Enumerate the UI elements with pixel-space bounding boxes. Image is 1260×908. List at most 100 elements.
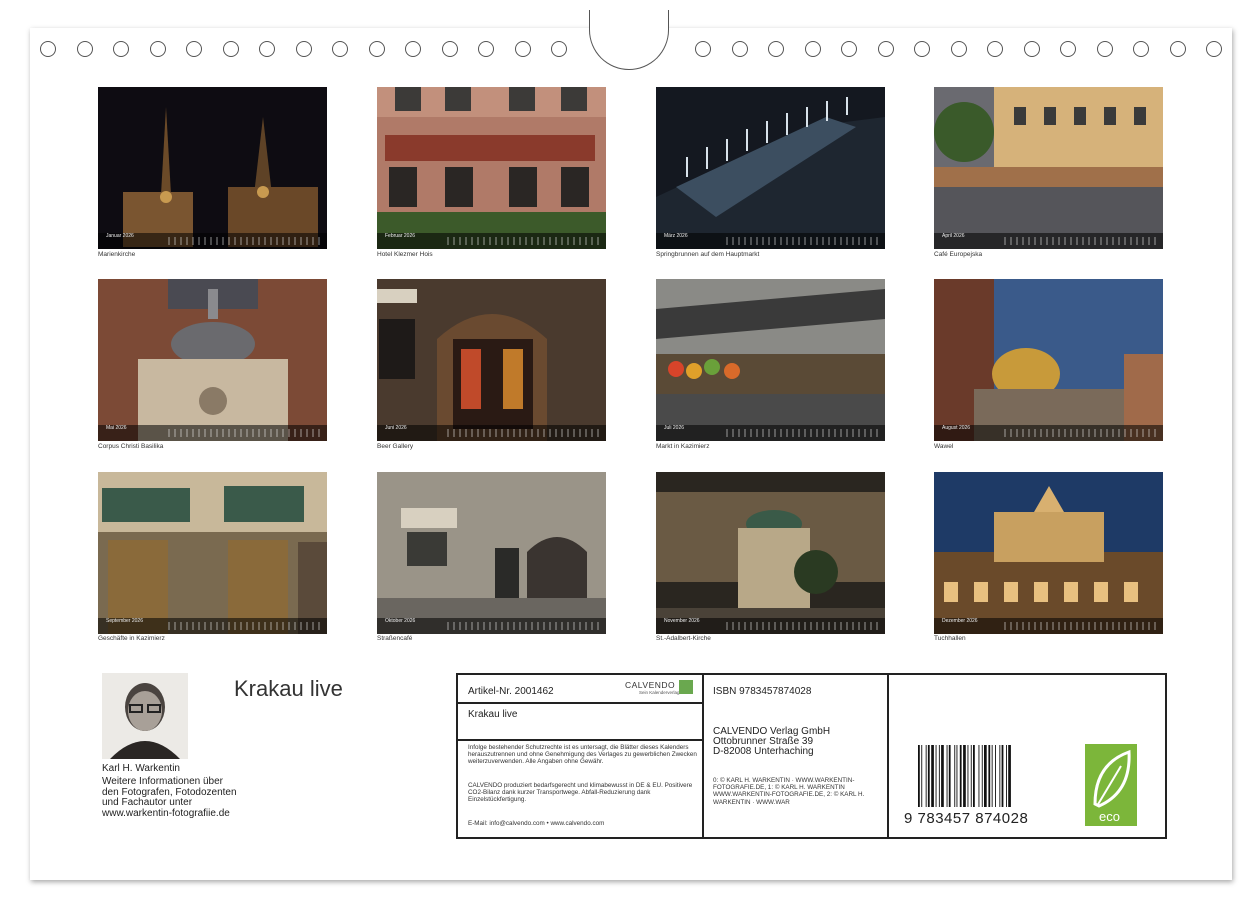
month-label: Februar 2026: [385, 233, 416, 239]
binding-ring: [113, 41, 129, 57]
binding-ring: [514, 41, 531, 57]
binding-ring: [149, 41, 166, 57]
binding-ring: [332, 41, 348, 57]
binding-ring: [841, 41, 857, 57]
basilica-chapel-image: [98, 279, 327, 441]
calvendo-logo: CALVENDO: [625, 680, 676, 690]
street-cafe-image: [377, 472, 606, 634]
month-label: November 2026: [664, 618, 700, 624]
month-label: August 2026: [942, 425, 971, 431]
binding-ring: [76, 41, 93, 57]
calendar-title: Krakau live: [234, 676, 343, 701]
church-night-image: [98, 87, 327, 249]
month-label: Oktober 2026: [385, 618, 416, 624]
binding-ring: [405, 41, 421, 57]
month-thumbnail-september: September 2026: [98, 472, 327, 634]
caption-august: Wawel: [934, 443, 954, 450]
caption-january: Marienkirche: [98, 251, 136, 258]
church-square-image: [656, 472, 885, 634]
binding-ring: [186, 41, 202, 57]
isbn-barcode: [918, 745, 1011, 807]
image-credits: 0: © KARL H. WARKENTIN · WWW.WARKENTIN-F…: [713, 777, 865, 806]
publisher-city: D-82008 Unterhaching: [713, 746, 814, 757]
product-title: Krakau live: [468, 709, 518, 720]
binding-ring: [1133, 41, 1149, 57]
fountain-image: [656, 87, 885, 249]
author-info: Weitere Informationen über den Fotografe…: [102, 776, 237, 819]
binding-ring: [1060, 41, 1076, 57]
author-portrait: [102, 673, 188, 759]
month-label: April 2026: [942, 233, 965, 239]
binding-ring: [441, 41, 458, 57]
binding-ring: [40, 41, 56, 57]
binding-ring: [804, 41, 821, 57]
author-name: Karl H. Warkentin: [102, 763, 180, 774]
binding-ring: [731, 41, 748, 57]
barcode-number: 9 783457 874028: [904, 810, 1029, 827]
binding-ring: [914, 41, 930, 57]
wawel-image: [934, 279, 1163, 441]
eco-production-note: CALVENDO produziert bedarfsgerecht und k…: [468, 782, 693, 804]
month-thumbnail-march: März 2026: [656, 87, 885, 249]
article-number: Artikel-Nr. 2001462: [468, 686, 554, 697]
month-thumbnail-august: August 2026: [934, 279, 1163, 441]
hotel-facade-image: [377, 87, 606, 249]
binding-ring: [551, 41, 567, 57]
isbn: ISBN 9783457874028: [713, 686, 812, 697]
month-thumbnail-may: Mai 2026: [98, 279, 327, 441]
box-divider-2: [887, 673, 889, 839]
month-thumbnail-october: Oktober 2026: [377, 472, 606, 634]
cafe-square-image: [934, 87, 1163, 249]
binding-ring: [768, 41, 784, 57]
caption-june: Beer Gallery: [377, 443, 414, 450]
month-label: Januar 2026: [106, 233, 134, 239]
box-rule-2: [458, 739, 702, 741]
caption-march: Springbrunnen auf dem Hauptmarkt: [656, 251, 760, 258]
box-rule-1: [458, 702, 702, 704]
month-label: Mai 2026: [106, 425, 127, 431]
market-image: [656, 279, 885, 441]
cloth-hall-image: [934, 472, 1163, 634]
month-thumbnail-november: November 2026: [656, 472, 885, 634]
month-label: März 2026: [664, 233, 688, 239]
legal-notice: Infolge bestehender Schutzrechte ist es …: [468, 744, 697, 766]
calvendo-logo-mark: [679, 680, 693, 694]
month-thumbnail-april: April 2026: [934, 87, 1163, 249]
calvendo-tagline: Sein Kalenderverlag: [639, 690, 680, 695]
binding-ring: [1096, 41, 1113, 57]
month-label: Juni 2026: [385, 425, 407, 431]
caption-november: St.-Adalbert-Kirche: [656, 635, 711, 642]
binding-ring: [1023, 41, 1040, 57]
month-thumbnail-february: Februar 2026: [377, 87, 606, 249]
caption-october: Straßencafé: [377, 635, 413, 642]
binding-ring: [1206, 41, 1222, 57]
binding-ring: [295, 41, 312, 57]
month-thumbnail-december: Dezember 2026: [934, 472, 1163, 634]
binding-ring: [1169, 41, 1186, 57]
month-label: September 2026: [106, 618, 143, 624]
binding-ring: [950, 41, 967, 57]
binding-ring: [259, 41, 275, 57]
caption-december: Tuchhallen: [934, 635, 966, 642]
caption-july: Markt in Kazimierz: [656, 443, 710, 450]
caption-may: Corpus Christi Basilika: [98, 443, 164, 450]
eco-label: eco: [1099, 809, 1120, 824]
month-thumbnail-january: Januar 2026: [98, 87, 327, 249]
caption-february: Hotel Klezmer Hois: [377, 251, 433, 258]
month-label: Dezember 2026: [942, 618, 978, 624]
contact-info: E-Mail: info@calvendo.com • www.calvendo…: [468, 820, 605, 827]
box-divider-1: [702, 673, 704, 839]
month-label: Juli 2026: [664, 425, 685, 431]
month-thumbnail-july: Juli 2026: [656, 279, 885, 441]
binding-ring: [222, 41, 239, 57]
binding-ring: [695, 41, 711, 57]
binding-ring: [478, 41, 494, 57]
shops-image: [98, 472, 327, 634]
binding-ring: [877, 41, 894, 57]
month-thumbnail-june: Juni 2026: [377, 279, 606, 441]
caption-april: Café Europejska: [934, 251, 983, 258]
binding-ring: [987, 41, 1003, 57]
caption-september: Geschäfte in Kazimierz: [98, 635, 165, 642]
beer-gallery-image: [377, 279, 606, 441]
binding-ring: [368, 41, 385, 57]
